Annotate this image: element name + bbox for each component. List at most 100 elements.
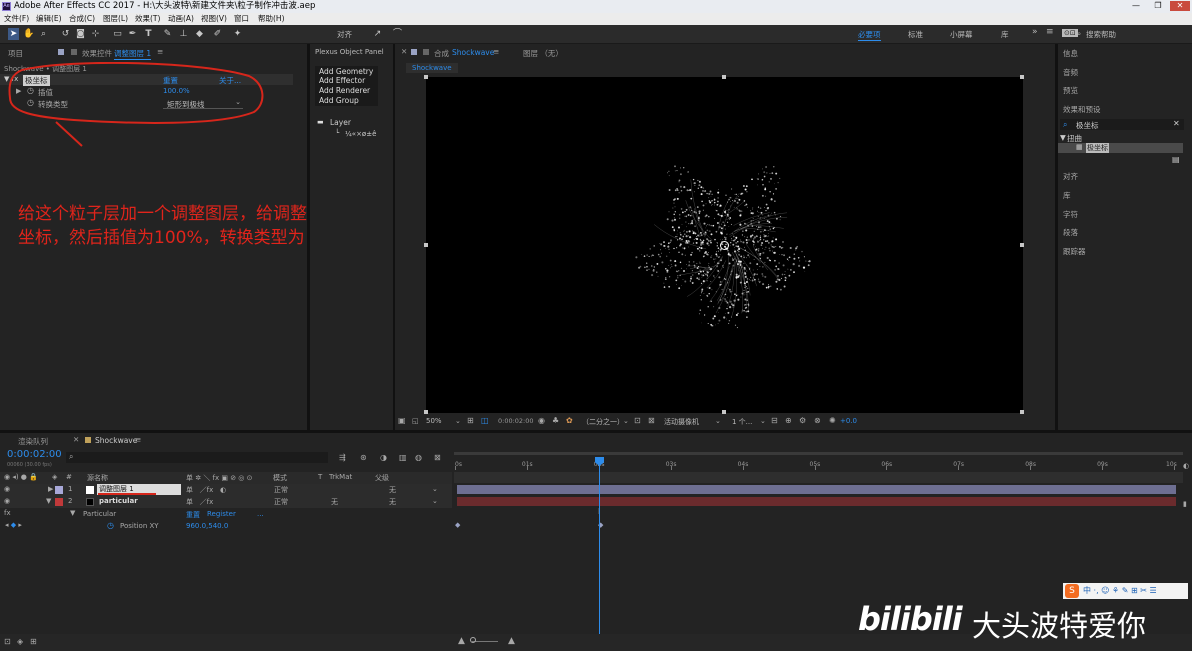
current-timecode[interactable]: 0:00:02:00 bbox=[7, 449, 62, 460]
lock-icon[interactable] bbox=[58, 49, 64, 55]
audio-panel[interactable]: 音频 bbox=[1063, 67, 1078, 78]
menu-file[interactable]: 文件(F) bbox=[4, 13, 29, 25]
keyframe-icon[interactable]: ◆ bbox=[455, 521, 460, 529]
add-renderer-item[interactable]: Add Renderer bbox=[319, 86, 370, 95]
zoom-tool-icon[interactable]: ⌕ bbox=[38, 28, 49, 40]
text-tool-icon[interactable]: T bbox=[143, 28, 154, 40]
comp-subtab[interactable]: Shockwave bbox=[406, 63, 458, 73]
timeline-layer-row[interactable]: ◉ ▶ 1 调整图层 1 单 ／fx ◐ 正常 无 ⌄ bbox=[0, 484, 452, 496]
exposure-icon[interactable]: ✺ bbox=[829, 416, 836, 425]
toggle-modes-icon[interactable]: ◈ bbox=[17, 637, 23, 646]
selection-tool-icon[interactable]: ➤ bbox=[8, 28, 19, 40]
panel-menu-icon[interactable]: ≡ bbox=[157, 47, 163, 56]
fast-preview-icon[interactable]: ⊡ bbox=[634, 416, 641, 425]
toggle-pixel-icon[interactable]: ⊟ bbox=[771, 416, 778, 425]
tab-render-queue[interactable]: 渲染队列 bbox=[18, 436, 48, 447]
eraser-tool-icon[interactable]: ◆ bbox=[194, 28, 205, 40]
zoom-slider[interactable] bbox=[472, 641, 498, 642]
visibility-eye-icon[interactable]: ◉ bbox=[4, 485, 10, 493]
layer-tab[interactable]: 图层 （无） bbox=[523, 48, 563, 59]
layer-label-color[interactable] bbox=[55, 486, 63, 494]
rotate-tool-icon[interactable]: ↺ bbox=[60, 28, 71, 40]
layer-switches[interactable]: 单 ／fx ◐ bbox=[186, 485, 226, 495]
ime-status-icons[interactable]: 中 ·, ☺ ⚘ ✎ ⊞ ✂ ☰ bbox=[1083, 585, 1157, 596]
comp-tab-label[interactable]: 合成 bbox=[434, 48, 449, 59]
workspace-standard[interactable]: 标准 bbox=[908, 29, 923, 40]
timeline-layer-row[interactable]: ◉ ▼ 2 particular 单 ／fx 正常 无 无 ⌄ bbox=[0, 496, 452, 508]
tab-effect-controls-layer[interactable]: 调整图层 1 bbox=[114, 48, 152, 60]
snapshot-icon[interactable]: ◉ bbox=[538, 416, 545, 425]
exposure-value[interactable]: +0.0 bbox=[840, 417, 857, 425]
menu-window[interactable]: 窗口 bbox=[234, 13, 249, 25]
region-icon[interactable]: ◫ bbox=[481, 416, 489, 425]
layer-trkmat[interactable]: 无 bbox=[331, 497, 338, 507]
comp-mini-flowchart-icon[interactable]: ⇶ bbox=[339, 453, 346, 462]
workspace-library[interactable]: 库 bbox=[1001, 29, 1009, 40]
zoom-level[interactable]: 50% bbox=[426, 417, 442, 425]
layer-parent[interactable]: 无 bbox=[389, 485, 396, 495]
puppet-tool-icon[interactable]: ✦ bbox=[232, 28, 243, 40]
chevron-down-icon[interactable]: ⌄ bbox=[455, 417, 461, 425]
comp-tab-name[interactable]: Shockwave bbox=[452, 48, 494, 57]
playhead[interactable] bbox=[599, 458, 600, 638]
layer-mode[interactable]: 正常 bbox=[274, 485, 288, 495]
particular-effect-name[interactable]: Particular bbox=[83, 510, 116, 518]
camera-select[interactable]: 活动摄像机 bbox=[664, 417, 699, 427]
zoom-slider-handle[interactable] bbox=[470, 637, 476, 643]
layer-parent[interactable]: 无 bbox=[389, 497, 396, 507]
info-panel[interactable]: 信息 bbox=[1063, 48, 1078, 59]
ime-toolbar[interactable]: S 中 ·, ☺ ⚘ ✎ ⊞ ✂ ☰ bbox=[1063, 583, 1188, 599]
bounding-handle[interactable] bbox=[722, 75, 726, 79]
bounding-handle[interactable] bbox=[1020, 75, 1024, 79]
category-expand-icon[interactable]: ▼ bbox=[1060, 133, 1066, 142]
panel-menu-icon[interactable]: ≡ bbox=[493, 47, 499, 56]
transparency-grid-icon[interactable]: ⊠ bbox=[648, 416, 655, 425]
particular-reset-link[interactable]: 重置 bbox=[186, 510, 200, 520]
layer-mode[interactable]: 正常 bbox=[274, 497, 288, 507]
search-help-input[interactable]: 搜索帮助 bbox=[1086, 29, 1116, 40]
zoom-in-icon[interactable]: ▲ bbox=[508, 636, 515, 646]
lock-icon[interactable] bbox=[411, 49, 417, 55]
search-help-icon[interactable]: ⌕ bbox=[1077, 29, 1081, 39]
particular-register-link[interactable]: Register bbox=[207, 510, 236, 518]
camera-tool-icon[interactable]: ◙ bbox=[75, 28, 86, 40]
chevron-down-icon[interactable]: ⌄ bbox=[760, 417, 766, 425]
layer-name[interactable]: particular bbox=[99, 497, 138, 505]
add-geometry-item[interactable]: Add Geometry bbox=[319, 67, 373, 76]
close-tab-icon[interactable]: ✕ bbox=[401, 47, 407, 56]
clone-stamp-tool-icon[interactable]: ⊥ bbox=[178, 28, 189, 40]
comp-time[interactable]: 0:00:02:00 bbox=[498, 417, 534, 425]
visibility-eye-icon[interactable]: ◉ bbox=[4, 497, 10, 505]
tab-effect-controls[interactable]: 效果控件 bbox=[82, 48, 112, 59]
toggle-duration-icon[interactable]: ⊞ bbox=[30, 637, 37, 646]
bounding-handle[interactable] bbox=[424, 75, 428, 79]
chevron-down-icon[interactable]: ⌄ bbox=[715, 417, 721, 425]
show-snapshot-icon[interactable]: ♣ bbox=[552, 416, 559, 425]
libraries-panel[interactable]: 库 bbox=[1063, 190, 1071, 201]
workspace-essentials[interactable]: 必要项 bbox=[858, 29, 881, 41]
new-bin-icon[interactable]: ▤ bbox=[1172, 155, 1180, 164]
minimize-icon[interactable]: ◱ bbox=[412, 417, 419, 425]
toggle-switches-icon[interactable]: ⊡ bbox=[4, 637, 11, 646]
bounding-handle[interactable] bbox=[1020, 243, 1024, 247]
more-workspaces-icon[interactable]: » bbox=[1032, 27, 1038, 37]
tracker-panel[interactable]: 跟踪器 bbox=[1063, 246, 1086, 257]
menu-help[interactable]: 帮助(H) bbox=[258, 13, 285, 25]
snap-options-icon[interactable]: ⌒ bbox=[392, 28, 403, 40]
rectangle-tool-icon[interactable]: ▭ bbox=[112, 28, 123, 40]
plexus-layer[interactable]: Layer bbox=[330, 118, 351, 127]
expand-layer-icon[interactable]: ▶ bbox=[48, 485, 53, 493]
bounding-handle[interactable] bbox=[424, 243, 428, 247]
menu-layer[interactable]: 图层(L) bbox=[103, 13, 128, 25]
tab-project[interactable]: 项目 bbox=[8, 48, 23, 59]
clear-search-icon[interactable]: ✕ bbox=[1173, 119, 1180, 128]
menu-view[interactable]: 视图(V) bbox=[201, 13, 227, 25]
keyframe-nav-icon[interactable]: ◂ ◆ ▸ bbox=[5, 521, 22, 529]
motion-blur-icon[interactable]: ◍ bbox=[415, 453, 422, 462]
flowchart-icon[interactable]: ⚙ bbox=[799, 416, 806, 425]
character-panel[interactable]: 字符 bbox=[1063, 209, 1078, 220]
zoom-out-icon[interactable]: ▲ bbox=[458, 636, 465, 646]
preview-panel[interactable]: 预览 bbox=[1063, 85, 1078, 96]
maximize-icon[interactable]: ❐ bbox=[1148, 1, 1168, 11]
minimize-icon[interactable]: — bbox=[1126, 1, 1146, 11]
